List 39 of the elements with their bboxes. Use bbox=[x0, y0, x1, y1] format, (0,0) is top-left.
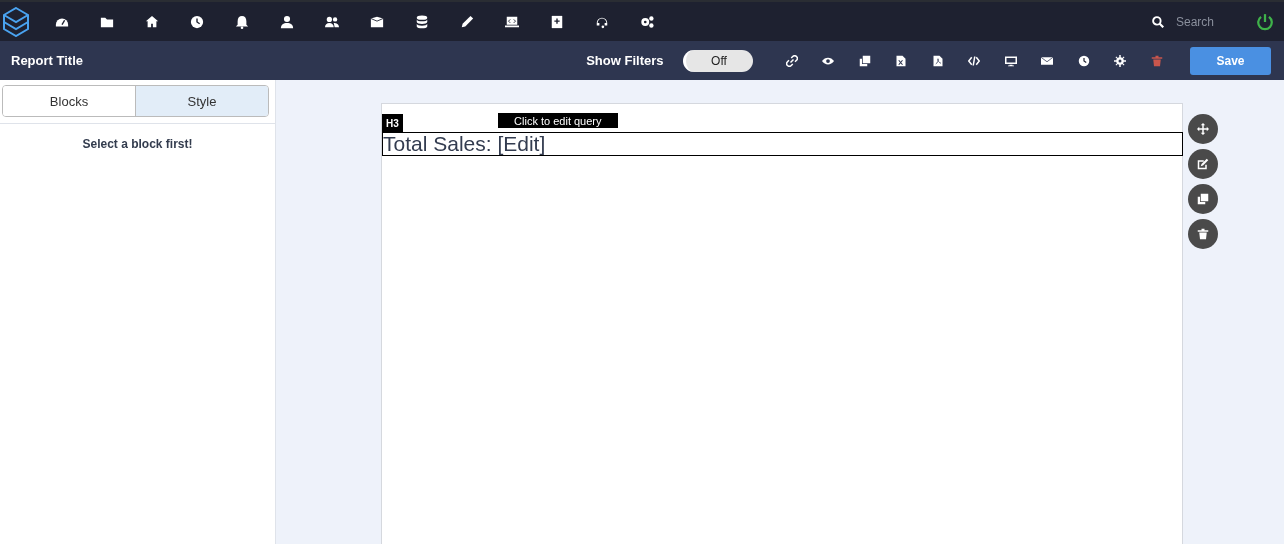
logo-icon[interactable] bbox=[3, 6, 29, 37]
clock-icon[interactable] bbox=[189, 14, 204, 29]
home-icon[interactable] bbox=[144, 14, 159, 29]
pencil-icon[interactable] bbox=[459, 14, 474, 29]
settings-icon[interactable] bbox=[1114, 54, 1127, 67]
mail-icon[interactable] bbox=[1041, 54, 1054, 67]
block-action-button[interactable] bbox=[1188, 219, 1218, 249]
clock-icon[interactable] bbox=[1077, 54, 1090, 67]
block-action-button[interactable] bbox=[1188, 149, 1218, 179]
database-icon[interactable] bbox=[414, 14, 429, 29]
laptop-icon[interactable] bbox=[504, 14, 519, 29]
block-action-button[interactable] bbox=[1188, 114, 1218, 144]
report-title: Report Title bbox=[11, 53, 84, 68]
edit-query-hint[interactable]: Click to edit query bbox=[497, 113, 618, 128]
edit-icon[interactable] bbox=[1197, 158, 1209, 170]
excel-file-icon[interactable] bbox=[895, 54, 908, 67]
block-heading[interactable]: Total Sales: [Edit] bbox=[382, 132, 1183, 156]
power-icon[interactable] bbox=[1256, 12, 1274, 31]
code-icon[interactable] bbox=[968, 54, 981, 67]
bell-icon[interactable] bbox=[234, 14, 249, 29]
filter-toggle[interactable]: Off bbox=[682, 49, 753, 72]
search-icon[interactable] bbox=[1152, 15, 1164, 28]
search-field[interactable]: Search bbox=[1174, 13, 1238, 30]
monitor-icon[interactable] bbox=[1004, 54, 1017, 67]
empty-message: Select a block first! bbox=[82, 137, 193, 151]
sidebar-tab[interactable]: Style bbox=[135, 86, 268, 116]
gears-icon[interactable] bbox=[639, 14, 654, 29]
book-icon[interactable] bbox=[549, 14, 564, 29]
copy-icon[interactable] bbox=[858, 54, 871, 67]
copy-icon[interactable] bbox=[1197, 193, 1209, 205]
user-icon[interactable] bbox=[279, 14, 294, 29]
move-icon[interactable] bbox=[1197, 123, 1209, 135]
block-action-button[interactable] bbox=[1188, 184, 1218, 214]
link-icon[interactable] bbox=[785, 54, 798, 67]
show-filters-label: Show Filters bbox=[586, 53, 664, 68]
users-icon[interactable] bbox=[324, 14, 339, 29]
block-tag: H3 bbox=[382, 114, 403, 132]
trash-icon[interactable] bbox=[1197, 228, 1209, 240]
pdf-file-icon[interactable] bbox=[931, 54, 944, 67]
